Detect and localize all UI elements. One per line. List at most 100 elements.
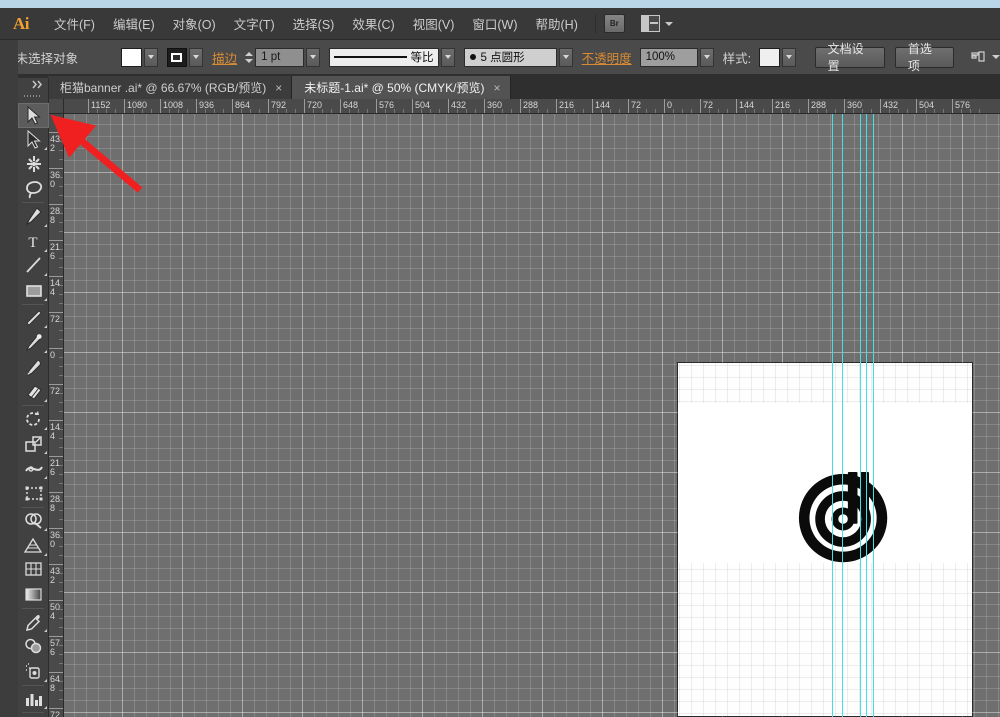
arrange-documents-button[interactable] [640, 15, 673, 32]
menu-type[interactable]: 文字(T) [225, 10, 284, 37]
document-tab-1[interactable]: 柜猫banner .ai* @ 66.67% (RGB/预览) × [48, 76, 293, 99]
lasso-tool[interactable] [18, 177, 49, 202]
stroke-profile-label: 等比 [410, 52, 434, 64]
tool-flyout-indicator[interactable] [44, 273, 47, 277]
pencil-tool[interactable] [18, 330, 49, 355]
tool-flyout-indicator[interactable] [44, 629, 47, 633]
document-tab-2[interactable]: 未标题-1.ai* @ 50% (CMYK/预览) × [292, 76, 511, 99]
tools-separator [22, 607, 44, 609]
direct-selection-tool[interactable] [18, 128, 49, 153]
ruler-tick [48, 528, 63, 529]
tool-flyout-indicator[interactable] [44, 706, 47, 710]
artboard[interactable]: 溜溜自学 ZIXUE.3D66.COM [677, 362, 973, 717]
tool-flyout-indicator[interactable] [44, 297, 47, 301]
tool-flyout-indicator[interactable] [44, 325, 47, 329]
line-segment-tool[interactable] [18, 254, 49, 279]
menu-help[interactable]: 帮助(H) [527, 10, 587, 37]
opacity-dropdown[interactable] [699, 47, 714, 67]
horizontal-ruler[interactable]: 1152 1080 1008 936 864 792 720 648 576 504 432 360 2… [64, 99, 1000, 114]
free-transform-tool[interactable] [18, 481, 49, 506]
perspective-grid-tool[interactable] [18, 533, 49, 558]
workspace-switcher-button[interactable] [970, 50, 1000, 64]
tool-flyout-indicator[interactable] [44, 678, 47, 682]
ruler-label: 72 [631, 100, 642, 110]
ruler-tick [48, 492, 63, 493]
paintbrush-tool[interactable] [18, 306, 49, 331]
width-tool[interactable] [18, 456, 49, 481]
rectangle-tool[interactable] [18, 278, 49, 303]
column-graph-tool[interactable] [18, 687, 49, 712]
tool-flyout-indicator[interactable] [44, 399, 47, 403]
brush-definition-dropdown[interactable] [558, 47, 573, 67]
tool-flyout-indicator[interactable] [44, 349, 47, 353]
stroke-weight-stepper[interactable] [245, 51, 254, 63]
mesh-tool[interactable] [18, 558, 49, 583]
tools-panel-collapse[interactable] [18, 78, 48, 90]
perspective-grid-tool-icon [23, 537, 43, 553]
tool-flyout-indicator[interactable] [44, 528, 47, 532]
selection-tool[interactable] [18, 103, 49, 128]
ruler-tick [48, 708, 63, 709]
stroke-weight-input[interactable]: 1 pt [255, 47, 305, 67]
ruler-tick [48, 600, 63, 601]
tool-flyout-indicator[interactable] [44, 248, 47, 252]
document-setup-button[interactable]: 文档设置 [814, 42, 885, 73]
blend-tool[interactable] [18, 634, 49, 659]
vertical-ruler[interactable]: 432 360 288 216 144 72 0 72 144 216 288 360 432 504 57… [48, 114, 64, 717]
tools-separator [22, 684, 44, 686]
tool-flyout-indicator[interactable] [44, 451, 47, 455]
tool-flyout-indicator[interactable] [44, 223, 47, 227]
close-icon[interactable]: × [494, 81, 501, 95]
preferences-button[interactable]: 首选项 [894, 42, 955, 73]
tools-panel-grip[interactable] [24, 91, 42, 100]
menu-window[interactable]: 窗口(W) [463, 10, 526, 37]
symbol-sprayer-tool[interactable] [18, 659, 49, 684]
menu-object[interactable]: 对象(O) [164, 10, 225, 37]
magic-wand-tool-icon [27, 155, 41, 172]
scale-tool[interactable] [18, 432, 49, 457]
stroke-weight-label[interactable]: 描边 [212, 48, 237, 67]
blob-brush-tool[interactable] [18, 355, 49, 380]
stroke-weight-dropdown[interactable] [306, 47, 320, 67]
opacity-input[interactable]: 100% [639, 47, 698, 67]
magic-wand-tool[interactable] [18, 152, 49, 177]
stroke-swatch[interactable] [166, 47, 188, 67]
brush-definition-select[interactable]: 5 点圆形 [463, 47, 557, 67]
fill-dropdown[interactable] [143, 47, 158, 67]
scale-tool-icon [25, 435, 42, 452]
document-canvas[interactable]: 溜溜自学 ZIXUE.3D66.COM [64, 114, 1000, 717]
gradient-tool-icon [25, 588, 42, 601]
style-dropdown[interactable] [781, 47, 796, 67]
gradient-tool[interactable] [18, 582, 49, 607]
shape-builder-tool[interactable] [18, 509, 49, 534]
shape-builder-tool-icon [25, 513, 42, 529]
style-swatch[interactable] [759, 47, 780, 67]
opacity-label[interactable]: 不透明度 [582, 48, 632, 67]
fill-swatch[interactable] [121, 47, 142, 67]
menu-select[interactable]: 选择(S) [284, 10, 344, 37]
ruler-tick [48, 204, 63, 205]
close-icon[interactable]: × [275, 81, 282, 95]
tool-flyout-indicator[interactable] [44, 426, 47, 430]
menu-edit[interactable]: 编辑(E) [104, 10, 164, 37]
ruler-origin-corner[interactable] [48, 99, 64, 114]
stroke-dropdown[interactable] [189, 47, 204, 67]
eraser-tool[interactable] [18, 380, 49, 405]
menu-view[interactable]: 视图(V) [404, 10, 464, 37]
menu-file[interactable]: 文件(F) [45, 10, 104, 37]
type-tool[interactable]: T [18, 229, 49, 254]
tool-flyout-indicator[interactable] [44, 475, 47, 479]
eyedropper-tool[interactable] [18, 610, 49, 635]
tool-flyout-indicator[interactable] [44, 147, 47, 151]
rotate-tool-icon [26, 410, 40, 426]
menu-effect[interactable]: 效果(C) [343, 10, 403, 37]
rotate-tool[interactable] [18, 407, 49, 432]
tools-separator [22, 712, 44, 714]
stroke-profile-dropdown[interactable] [440, 47, 455, 67]
circular-j-logo-mark[interactable] [797, 470, 893, 568]
pen-tool[interactable] [18, 204, 49, 229]
ruler-label: 1152 [91, 100, 111, 110]
stroke-profile-select[interactable]: 等比 [329, 47, 439, 67]
tool-flyout-indicator[interactable] [44, 552, 47, 556]
bridge-button[interactable]: Br [603, 14, 625, 33]
